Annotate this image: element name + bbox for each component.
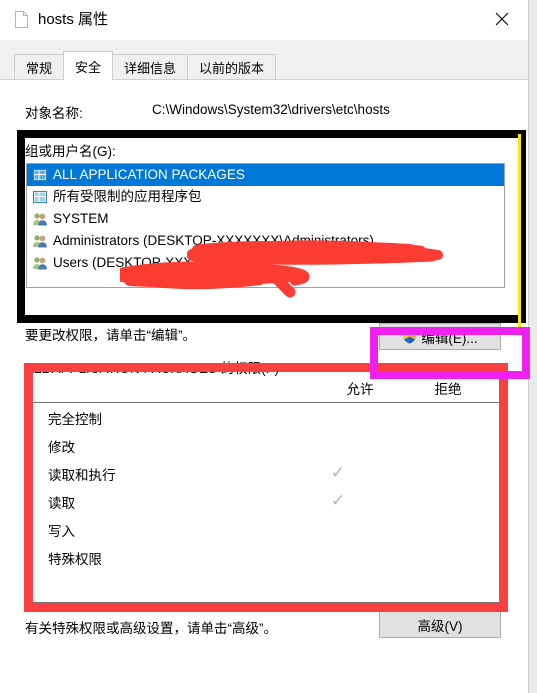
tab-details-label: 详细信息	[124, 60, 177, 76]
table-row[interactable]: 修改	[32, 431, 504, 459]
tab-details[interactable]: 详细信息	[112, 54, 189, 79]
group-users-icon	[32, 233, 48, 249]
object-name-label: 对象名称:	[25, 106, 83, 121]
table-row[interactable]: 特殊权限	[32, 543, 504, 571]
group-users-icon	[32, 255, 48, 271]
tab-general-label: 常规	[26, 60, 53, 76]
table-row[interactable]: 读取和执行 ✓	[32, 459, 504, 487]
edit-button[interactable]: 编辑(E)...	[379, 323, 501, 350]
group-users-icon	[32, 211, 48, 227]
window-title: hosts 属性	[38, 11, 109, 28]
object-name-value: C:\Windows\System32\drivers\etc\hosts	[152, 102, 390, 117]
list-item-label: Administrators (DESKTOP-XXXXXXX\Administ…	[53, 233, 374, 248]
list-item-label: Users (DESKTOP-XXXXXXX\Users)	[53, 255, 272, 270]
list-item-label: 所有受限制的应用程序包	[53, 189, 202, 204]
edit-permissions-hint: 要更改权限，请单击“编辑”。	[25, 328, 196, 343]
list-item-label: ALL APPLICATION PACKAGES	[53, 167, 245, 182]
table-row[interactable]: 写入	[32, 515, 504, 543]
list-item[interactable]: SYSTEM	[27, 208, 504, 230]
app-package-icon	[32, 189, 48, 205]
tab-general[interactable]: 常规	[14, 54, 65, 79]
list-item[interactable]: ALL APPLICATION PACKAGES	[27, 164, 504, 186]
column-header-deny: 拒绝	[434, 382, 462, 397]
column-header-allow: 允许	[346, 382, 374, 397]
permission-label: 读取	[48, 496, 75, 511]
tab-previous-versions-label: 以前的版本	[199, 60, 265, 76]
app-package-icon	[32, 167, 48, 183]
permission-label: 写入	[48, 524, 75, 539]
permissions-title: ALL APPLICATION PACKAGES 的权限(P)	[25, 361, 280, 376]
allow-checkmark-icon[interactable]: ✓	[327, 463, 349, 482]
permission-label: 读取和执行	[48, 468, 116, 483]
tab-previous-versions[interactable]: 以前的版本	[187, 54, 277, 79]
uac-shield-icon	[402, 329, 417, 344]
close-icon	[495, 12, 509, 26]
advanced-hint: 有关特殊权限或高级设置，请单击“高级”。	[25, 621, 277, 636]
advanced-button-label: 高级(V)	[417, 618, 463, 634]
object-name-row: 对象名称: C:\Windows\System32\drivers\etc\ho…	[25, 102, 505, 122]
list-item[interactable]: Administrators (DESKTOP-XXXXXXX\Administ…	[27, 230, 504, 252]
tab-security[interactable]: 安全	[63, 51, 114, 80]
close-button[interactable]	[482, 4, 522, 34]
group-or-user-names-list[interactable]: ALL APPLICATION PACKAGES 所有受限制的应用程序包 SYS…	[26, 163, 505, 288]
tab-security-label: 安全	[75, 59, 102, 75]
list-item-label: SYSTEM	[53, 211, 109, 226]
properties-dialog: hosts 属性 常规 安全 详细信息 以前的版本 对象名称: C:\Windo…	[0, 0, 528, 693]
list-item[interactable]: Users (DESKTOP-XXXXXXX\Users)	[27, 252, 504, 274]
window-right-edge	[528, 0, 537, 693]
security-tab-panel: 对象名称: C:\Windows\System32\drivers\etc\ho…	[0, 79, 528, 693]
tab-strip: 常规 安全 详细信息 以前的版本	[0, 40, 528, 80]
table-row[interactable]: 完全控制	[32, 403, 504, 431]
permission-label: 修改	[48, 440, 75, 455]
file-icon	[15, 11, 28, 28]
permissions-list[interactable]: 完全控制 修改 读取和执行 ✓ 读取 ✓ 写入 特殊权限	[31, 402, 505, 603]
group-or-user-names-label: 组或用户名(G):	[25, 144, 116, 159]
list-item[interactable]: 所有受限制的应用程序包	[27, 186, 504, 208]
allow-checkmark-icon[interactable]: ✓	[327, 491, 349, 510]
edit-button-label: 编辑(E)...	[421, 330, 478, 346]
permission-label: 完全控制	[48, 412, 102, 427]
permission-label: 特殊权限	[48, 552, 102, 567]
table-row[interactable]: 读取 ✓	[32, 487, 504, 515]
advanced-button[interactable]: 高级(V)	[379, 611, 501, 638]
title-bar: hosts 属性	[0, 0, 528, 40]
